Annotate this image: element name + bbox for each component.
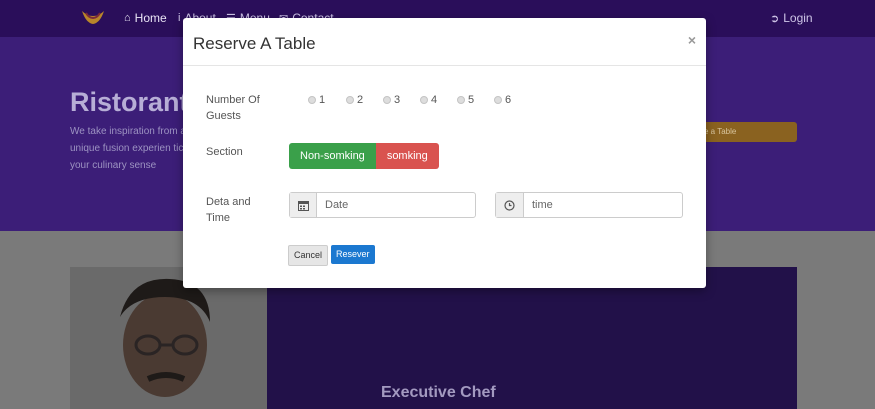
close-icon[interactable]: × xyxy=(688,32,696,48)
radio-circle-icon xyxy=(383,96,391,104)
reserve-button[interactable]: Resever xyxy=(331,245,375,264)
date-input[interactable] xyxy=(317,193,475,217)
nav-home-link[interactable]: ⌂ Home xyxy=(124,11,167,25)
nav-login-label: Login xyxy=(783,11,813,25)
non-smoking-button[interactable]: Non-somking xyxy=(289,143,376,169)
guest-radio-5[interactable]: 5 xyxy=(457,94,474,106)
guest-option-label: 4 xyxy=(431,94,438,106)
time-input[interactable] xyxy=(524,193,682,217)
chef-photo xyxy=(70,267,267,409)
chef-info-panel xyxy=(267,267,797,409)
time-input-group xyxy=(495,192,683,218)
chef-hat-logo-icon[interactable] xyxy=(80,7,106,27)
calendar-icon xyxy=(290,193,317,217)
guests-label: Number Of Guests xyxy=(206,94,260,122)
nav-home-label: Home xyxy=(134,11,167,25)
info-icon: i xyxy=(178,12,181,24)
guest-radio-1[interactable]: 1 xyxy=(308,94,325,106)
datetime-label: Deta and Time xyxy=(206,196,251,224)
guest-radio-3[interactable]: 3 xyxy=(383,94,400,106)
home-icon: ⌂ xyxy=(124,12,131,24)
radio-circle-icon xyxy=(420,96,428,104)
guest-option-label: 1 xyxy=(319,94,326,106)
login-icon: ➲ xyxy=(770,12,780,25)
modal-header: Reserve A Table × xyxy=(183,18,706,66)
modal-title: Reserve A Table xyxy=(193,34,316,53)
guest-option-label: 2 xyxy=(357,94,364,106)
section-toggle-group: Non-somking somking xyxy=(289,143,439,169)
date-input-group xyxy=(289,192,476,218)
guest-radio-6[interactable]: 6 xyxy=(494,94,511,106)
clock-icon xyxy=(496,193,524,217)
guest-radio-2[interactable]: 2 xyxy=(346,94,363,106)
reserve-modal: Reserve A Table × Number Of Guests 1 2 3… xyxy=(183,18,706,288)
smoking-button[interactable]: somking xyxy=(375,143,439,169)
guest-option-label: 6 xyxy=(505,94,512,106)
section-label: Section xyxy=(206,146,243,158)
jumbotron-text: We take inspiration from a unique fusion… xyxy=(70,126,197,171)
guest-option-label: 5 xyxy=(468,94,475,106)
guest-option-label: 3 xyxy=(394,94,401,106)
guest-radio-4[interactable]: 4 xyxy=(420,94,437,106)
reserve-table-button[interactable]: e a Table xyxy=(690,122,797,142)
nav-login-link[interactable]: ➲ Login xyxy=(770,11,813,25)
radio-circle-icon xyxy=(494,96,502,104)
radio-circle-icon xyxy=(457,96,465,104)
chef-title: Executive Chef xyxy=(381,384,496,401)
radio-circle-icon xyxy=(346,96,354,104)
radio-circle-icon xyxy=(308,96,316,104)
cancel-button[interactable]: Cancel xyxy=(288,245,329,266)
